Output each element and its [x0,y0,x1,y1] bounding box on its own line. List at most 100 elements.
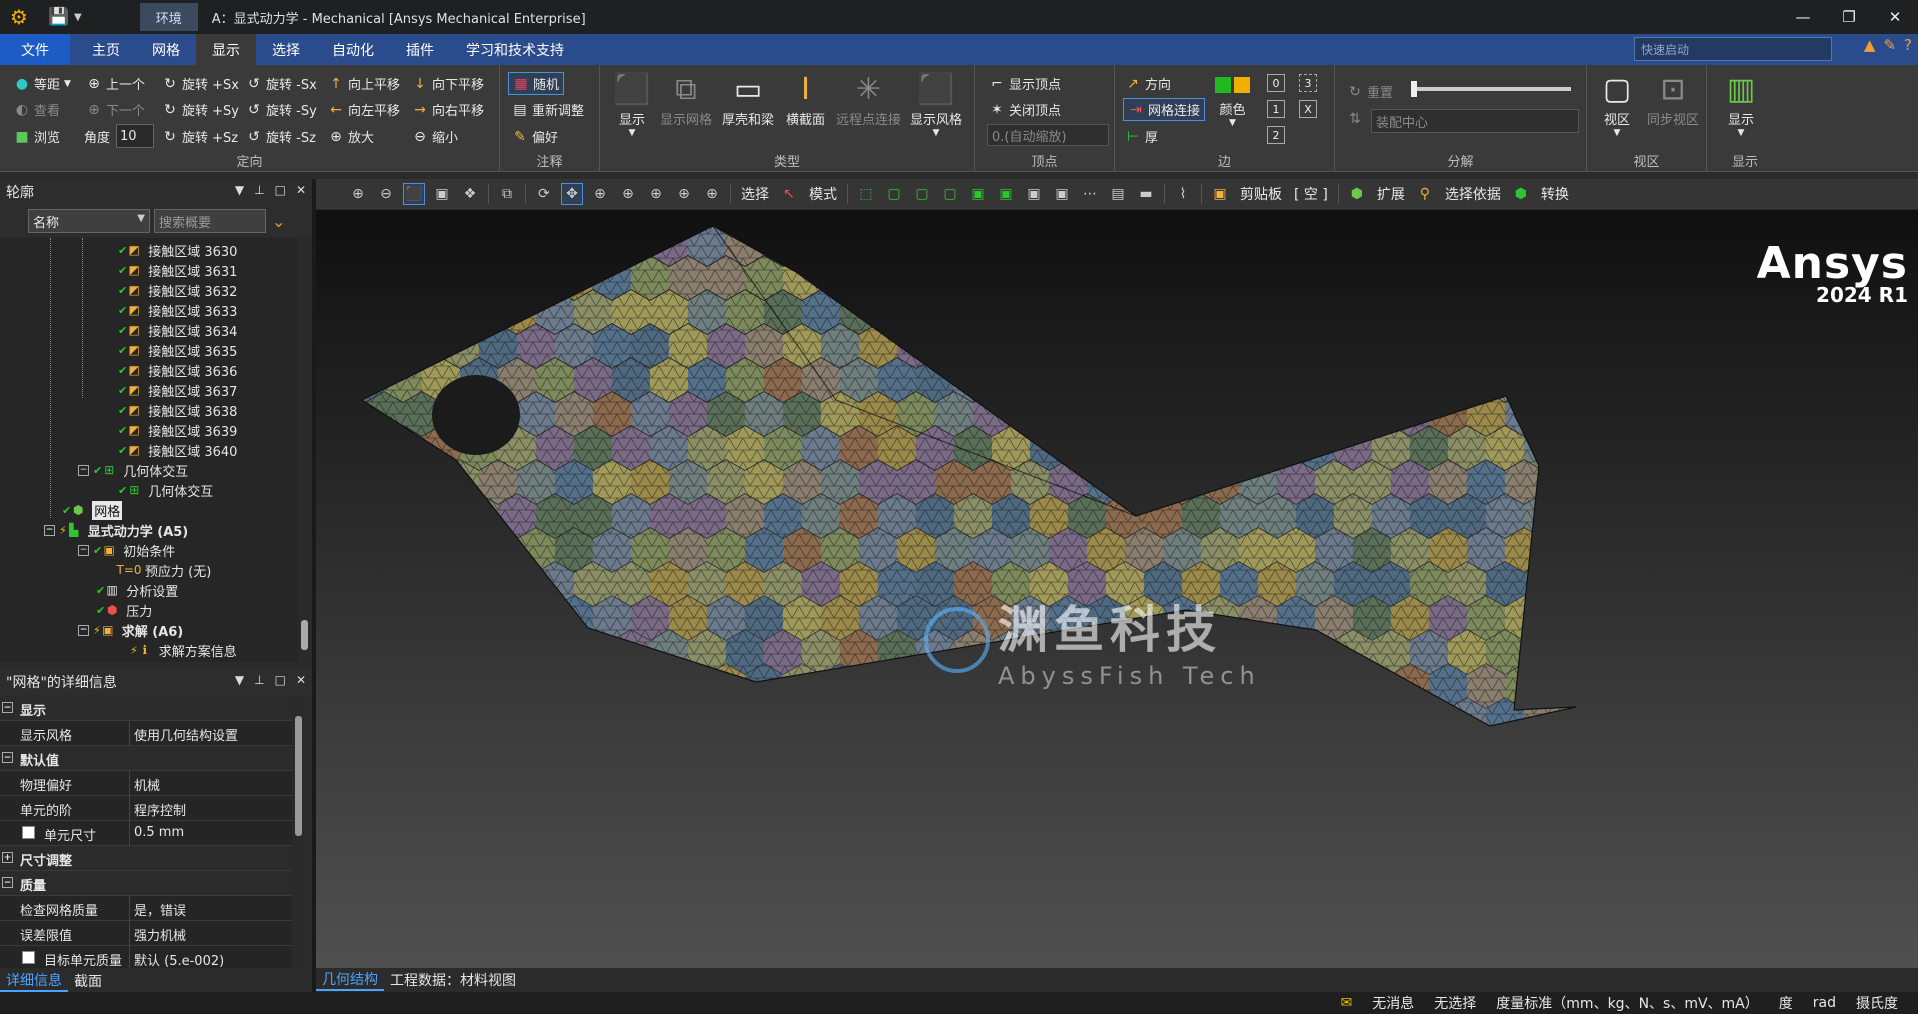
viewport-button[interactable]: ▢ 视区 ▼ [1599,71,1635,139]
edge-2-button[interactable]: 2 [1267,126,1285,144]
preference-button[interactable]: ✎ 偏好 [512,127,558,147]
tree-item-contact-3634[interactable]: ✔ ◩ 接触区域 3634 [118,320,237,340]
collapse-icon[interactable]: − [2,877,13,888]
comment-icon[interactable]: ▬ [1135,183,1157,205]
tab-display[interactable]: 显示 [196,34,256,65]
rotate-view-icon[interactable]: ⟳ [533,183,555,205]
tree-item-body-interactions[interactable]: − ✔ ⊞ 几何体交互 [78,460,188,480]
tree-item-initial-conditions[interactable]: − ✔ ▣ 初始条件 [78,540,175,560]
tools-icon[interactable]: ✎ [1883,36,1896,54]
close-vertex-button[interactable]: ✶ 关闭顶点 [989,100,1061,120]
collapse-icon[interactable]: − [44,524,55,536]
scroll-thumb[interactable] [295,716,302,836]
tab-home[interactable]: 主页 [76,34,136,65]
detail-row-physics-preference[interactable]: 物理偏好 机械 [0,771,292,796]
edge-3-button[interactable]: 3 [1299,74,1317,92]
pin-icon[interactable]: ⊥ [254,673,264,687]
detail-row-error-limits[interactable]: 误差限值 强力机械 [0,921,292,946]
explode-slider-thumb[interactable] [1411,81,1417,97]
tab-geometry[interactable]: 几何结构 [316,969,384,991]
rotate-my-button[interactable]: ↺ 旋转 -Sy [246,100,317,120]
tab-file[interactable]: 文件 [0,34,70,65]
tab-addins[interactable]: 插件 [390,34,450,65]
tree-item-contact-3631[interactable]: ✔ ◩ 接触区域 3631 [118,260,237,280]
status-units[interactable]: 度量标准（mm、kg、N、s、mV、mA） [1496,993,1758,1013]
name-filter-select[interactable]: 名称 ▼ [28,209,150,233]
section-sizing[interactable]: + 尺寸调整 [0,846,292,871]
target-quality-checkbox[interactable] [22,951,35,964]
quick-launch-input[interactable]: 快速启动 [1634,37,1832,61]
maximize-icon[interactable]: □ [275,183,286,197]
pan-down-button[interactable]: ↓ 向下平移 [412,74,484,94]
expand-icon[interactable]: + [2,852,13,863]
select-cursor-icon[interactable]: ↖ [778,183,800,205]
next-view-button[interactable]: ⊕ 下一个 [86,100,145,120]
context-tab-environment[interactable]: 环境 [139,3,198,31]
show-mesh-button[interactable]: ⧉ 显示网格 [660,71,712,129]
clipboard-dropdown[interactable]: 剪贴板 [1240,184,1282,204]
readjust-button[interactable]: ▤ 重新调整 [512,100,584,120]
close-icon[interactable]: ✕ [296,673,306,687]
status-radian[interactable]: rad [1813,995,1836,1011]
select-element-face-icon[interactable]: ▣ [995,183,1017,205]
collapse-icon[interactable]: − [2,752,13,763]
close-icon[interactable]: ✕ [1872,0,1918,34]
reset-explode-button[interactable]: ↻ 重置 [1347,82,1393,102]
tree-item-explicit-dynamics[interactable]: − ⚡ ▙ 显式动力学 (A5) [44,520,188,540]
wire-cube-icon[interactable]: ▣ [431,183,453,205]
detail-row-target-quality[interactable]: 目标单元质量 默认 (5.e-002) [0,946,292,968]
browse-button[interactable]: ■ 浏览 [14,127,60,147]
tree-item-solution-info[interactable]: ⚡ ℹ 求解方案信息 [130,640,237,660]
status-messages[interactable]: 无消息 [1372,993,1414,1013]
assembly-center-select[interactable]: 装配中心 [1371,109,1579,133]
angle-input[interactable]: 10 [116,124,154,148]
tree-item-contact-3637[interactable]: ✔ ◩ 接触区域 3637 [118,380,237,400]
zoom-in-button[interactable]: ⊕ 放大 [328,127,374,147]
select-vertex-icon[interactable]: ⬚ [855,183,877,205]
collapse-icon[interactable]: − [78,544,89,556]
section-display[interactable]: − 显示 [0,696,292,721]
collapse-ribbon-icon[interactable]: ▲ [1864,36,1876,54]
tab-learning[interactable]: 学习和技术支持 [450,34,580,65]
isometric-button[interactable]: ● 等距 ▼ [14,74,71,94]
shell-beam-button[interactable]: ▭ 厚壳和梁 [722,71,774,129]
edge-color-button[interactable]: 颜色 ▼ [1215,77,1250,128]
minimize-icon[interactable]: — [1780,0,1826,34]
details-scrollbar[interactable] [292,696,306,968]
copy-view-icon[interactable]: ⧉ [496,183,518,205]
panel-menu-icon[interactable]: ▼ [235,183,244,197]
extend-dropdown[interactable]: 扩展 [1377,184,1405,204]
help-icon[interactable]: ? [1904,36,1912,54]
magnifier-icon[interactable]: ⊕ [673,183,695,205]
sync-viewport-button[interactable]: ⊡ 同步视区 [1647,71,1699,129]
zoom-out-button[interactable]: ⊖ 缩小 [412,127,458,147]
select-body-icon[interactable]: ▢ [939,183,961,205]
zoom-to-fit-icon[interactable]: ⊕ [645,183,667,205]
show-button[interactable]: ⬛ 显示 ▼ [613,71,650,139]
save-icon[interactable]: 💾 [46,4,72,30]
pan-left-button[interactable]: ← 向左平移 [328,100,400,120]
explode-slider[interactable] [1411,81,1571,97]
close-icon[interactable]: ✕ [296,183,306,197]
section-quality[interactable]: − 质量 [0,871,292,896]
mesh-connect-button[interactable]: ⇥ 网格连接 [1123,98,1206,121]
show-vertex-button[interactable]: ⌐ 显示顶点 [989,74,1061,94]
tree-item-pressure[interactable]: ✔ ⬢ 压力 [96,600,152,620]
tab-details[interactable]: 详细信息 [0,970,68,992]
zoom-icon[interactable]: ⊕ [589,183,611,205]
direction-button[interactable]: ↗ 方向 [1125,74,1171,94]
coordinate-icon[interactable]: ⋯ [1079,183,1101,205]
meshed-model[interactable] [316,210,1918,968]
panel-menu-icon[interactable]: ▼ [235,673,244,687]
tree-item-solution[interactable]: − ⚡ ▣ 求解 (A6) [78,620,183,640]
select-element-icon[interactable]: ▣ [1023,183,1045,205]
filter-icon[interactable]: ⌄ [272,212,285,231]
thick-button[interactable]: ⊢ 厚 [1125,127,1158,147]
detail-row-element-order[interactable]: 单元的阶 程序控制 [0,796,292,821]
cross-section-button[interactable]: Ⅰ 横截面 [786,71,825,129]
select-edge-icon[interactable]: ▢ [883,183,905,205]
section-defaults[interactable]: − 默认值 [0,746,292,771]
shaded-cube-icon[interactable]: ⬛ [403,183,425,205]
quick-access-dropdown-icon[interactable]: ▼ [74,12,82,23]
status-degree[interactable]: 度 [1779,993,1793,1013]
